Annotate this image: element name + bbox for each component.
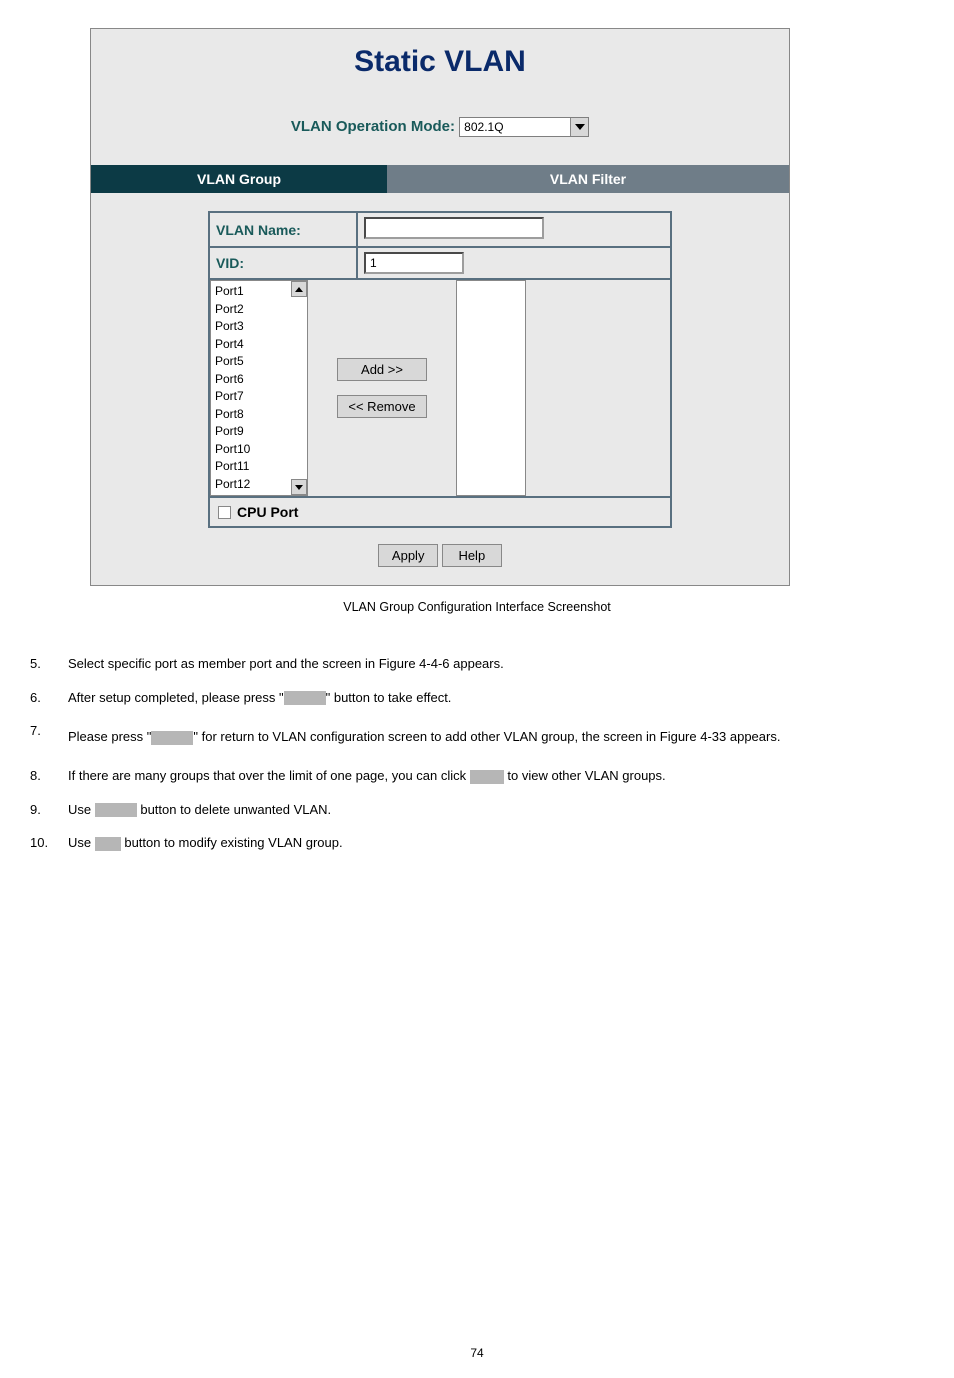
step-text: If there are many groups that over the l… (68, 766, 924, 786)
step-text: After setup completed, please press "" b… (68, 688, 924, 708)
tab-vlan-group[interactable]: VLAN Group (91, 165, 387, 193)
dropdown-icon[interactable] (570, 118, 588, 136)
remove-button[interactable]: << Remove (337, 395, 427, 418)
list-item[interactable]: Port10 (215, 441, 291, 459)
list-item[interactable]: Port6 (215, 371, 291, 389)
step-text: Use button to delete unwanted VLAN. (68, 800, 924, 820)
step-text: Please press "" for return to VLAN confi… (68, 721, 924, 752)
operation-mode-value: 802.1Q (464, 120, 503, 134)
figure-caption: VLAN Group Configuration Interface Scree… (0, 600, 954, 614)
vid-input[interactable]: 1 (364, 252, 464, 274)
inline-button-icon (470, 770, 504, 784)
step-num: 6. (30, 688, 68, 708)
step-num: 7. (30, 721, 68, 752)
step-num: 10. (30, 833, 68, 853)
list-item[interactable]: Port9 (215, 423, 291, 441)
vlan-name-label: VLAN Name: (210, 213, 358, 246)
step-num: 5. (30, 654, 68, 674)
instructions: 5. Select specific port as member port a… (30, 654, 924, 853)
list-item[interactable]: Port5 (215, 353, 291, 371)
tab-vlan-filter[interactable]: VLAN Filter (387, 165, 789, 193)
list-item[interactable]: Port7 (215, 388, 291, 406)
operation-mode-row: VLAN Operation Mode: 802.1Q (91, 117, 789, 137)
step-text: Select specific port as member port and … (68, 654, 924, 674)
cpu-port-checkbox[interactable] (218, 506, 231, 519)
page-title: Static VLAN (91, 39, 789, 87)
step-text: Use button to modify existing VLAN group… (68, 833, 924, 853)
list-item[interactable]: Port11 (215, 458, 291, 476)
list-item[interactable]: Port12 (215, 476, 291, 494)
help-button[interactable]: Help (442, 544, 502, 567)
inline-button-icon (95, 803, 137, 817)
step-num: 9. (30, 800, 68, 820)
add-button[interactable]: Add >> (337, 358, 427, 381)
vlan-form: VLAN Name: VID: 1 Port1 Port2 Port3 (208, 211, 672, 528)
vlan-name-input[interactable] (364, 217, 544, 239)
available-ports-list[interactable]: Port1 Port2 Port3 Port4 Port5 Port6 Port… (210, 280, 308, 496)
selected-ports-list[interactable] (456, 280, 526, 496)
page-number: 74 (0, 1346, 954, 1360)
apply-button[interactable]: Apply (378, 544, 438, 567)
list-item[interactable]: Port3 (215, 318, 291, 336)
step-num: 8. (30, 766, 68, 786)
scroll-up-icon[interactable] (291, 281, 307, 297)
inline-button-icon (284, 691, 326, 705)
vlan-config-screenshot: Static VLAN VLAN Operation Mode: 802.1Q … (90, 28, 790, 586)
list-item[interactable]: Port4 (215, 336, 291, 354)
list-item[interactable]: Port1 (215, 283, 291, 301)
list-item[interactable]: Port8 (215, 406, 291, 424)
list-item[interactable]: Port2 (215, 301, 291, 319)
vid-label: VID: (210, 248, 358, 278)
scroll-down-icon[interactable] (291, 479, 307, 495)
inline-button-icon (95, 837, 121, 851)
operation-mode-label: VLAN Operation Mode: (291, 118, 455, 135)
cpu-port-label: CPU Port (237, 504, 298, 520)
inline-button-icon (151, 731, 193, 745)
operation-mode-select[interactable]: 802.1Q (459, 117, 589, 137)
tab-row: VLAN Group VLAN Filter (91, 165, 789, 193)
cpu-port-row: CPU Port (210, 498, 670, 526)
